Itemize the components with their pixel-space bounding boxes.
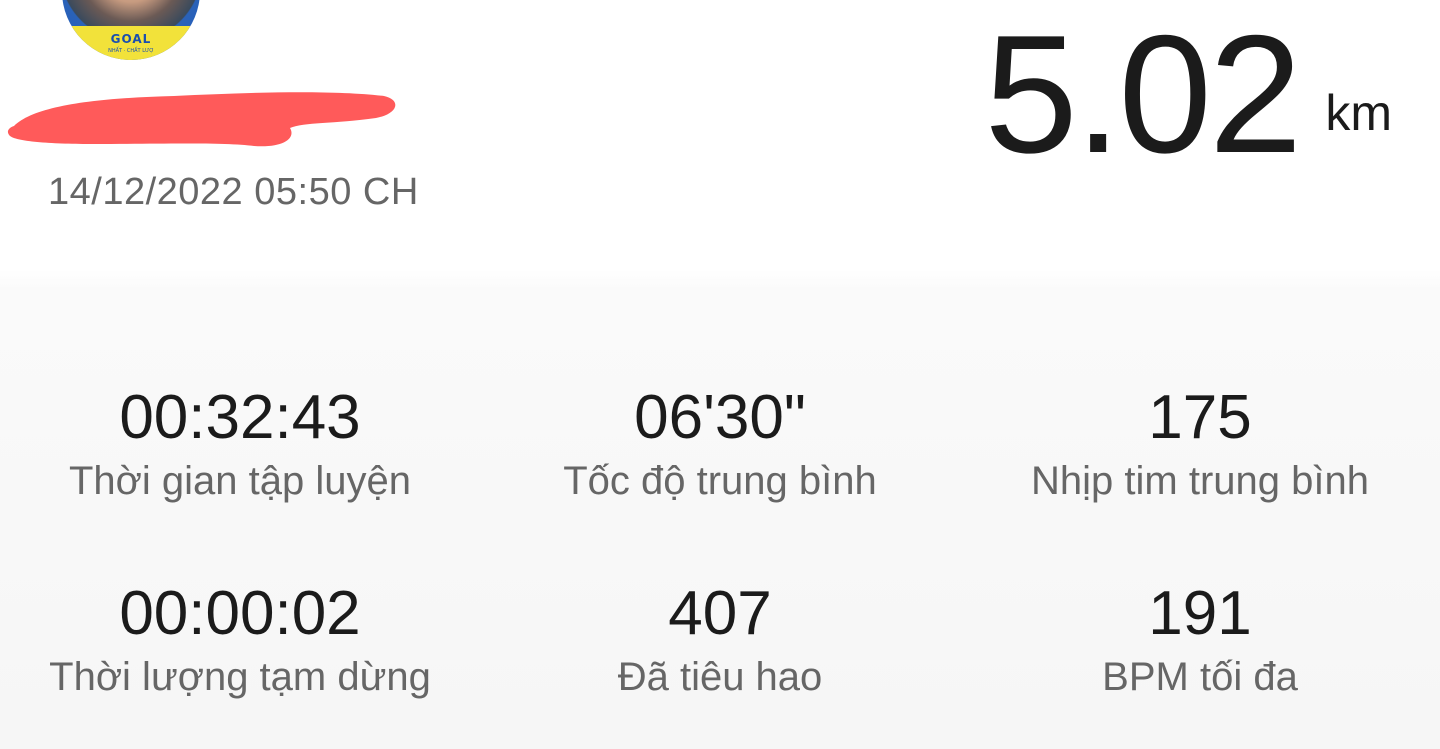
- stat-average-pace: 06'30" Tốc độ trung bình: [480, 380, 960, 576]
- stat-calories-burned: 407 Đã tiêu hao: [480, 576, 960, 736]
- stat-value: 175: [1148, 383, 1252, 452]
- avatar-badge-subtext: NHẤT · CHẤT LƯỢ: [108, 48, 154, 54]
- stat-label: Thời gian tập luyện: [69, 459, 411, 503]
- stat-label: Tốc độ trung bình: [563, 459, 877, 503]
- stat-label: Đã tiêu hao: [617, 655, 823, 699]
- workout-datetime: 14/12/2022 05:50 CH: [48, 171, 419, 213]
- stat-value: 00:32:43: [119, 383, 361, 452]
- stat-value: 407: [668, 579, 772, 648]
- stat-workout-time: 00:32:43 Thời gian tập luyện: [0, 380, 480, 576]
- stat-value: 191: [1148, 579, 1252, 648]
- distance-display: 5.02 km: [984, 10, 1392, 178]
- distance-value: 5.02: [984, 0, 1302, 188]
- stat-value: 00:00:02: [119, 579, 361, 648]
- stat-value: 06'30": [634, 383, 806, 452]
- workout-summary-screen: GOAL NHẤT · CHẤT LƯỢ 14/12/2022 05:50 CH…: [0, 0, 1440, 749]
- stat-average-heart-rate: 175 Nhịp tim trung bình: [960, 380, 1440, 576]
- redacted-username: [7, 92, 396, 147]
- stats-grid: 00:32:43 Thời gian tập luyện 06'30" Tốc …: [0, 380, 1440, 736]
- user-avatar[interactable]: GOAL NHẤT · CHẤT LƯỢ: [62, 0, 200, 60]
- stat-pause-duration: 00:00:02 Thời lượng tạm dừng: [0, 576, 480, 736]
- stat-label: Nhịp tim trung bình: [1031, 459, 1369, 503]
- stat-max-bpm: 191 BPM tối đa: [960, 576, 1440, 736]
- distance-unit: km: [1325, 85, 1392, 141]
- stat-label: BPM tối đa: [1102, 655, 1298, 699]
- stat-label: Thời lượng tạm dừng: [49, 655, 431, 699]
- avatar-badge-text: GOAL: [110, 32, 152, 46]
